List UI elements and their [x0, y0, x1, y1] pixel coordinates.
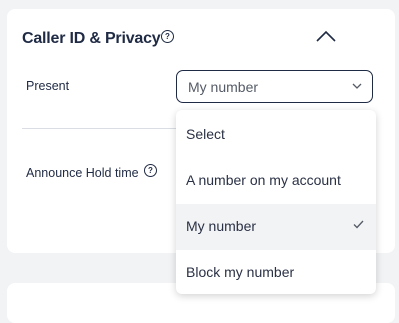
- present-select[interactable]: My number: [176, 70, 373, 103]
- collapse-section-button[interactable]: [312, 25, 340, 47]
- option-block-my-number[interactable]: Block my number: [176, 250, 376, 296]
- question-circle-icon[interactable]: ?: [144, 164, 157, 177]
- checkmark-icon: [353, 220, 364, 229]
- question-circle-icon[interactable]: ?: [161, 30, 174, 43]
- section-title: Caller ID & Privacy: [22, 30, 161, 47]
- present-dropdown-menu: Select A number on my account My number …: [176, 110, 376, 294]
- divider: [22, 128, 176, 129]
- chevron-down-icon: [352, 83, 362, 89]
- chevron-up-icon: [316, 30, 336, 42]
- present-selected-value: My number: [188, 79, 259, 95]
- announce-hold-time-label: Announce Hold time: [26, 166, 139, 180]
- present-label: Present: [26, 79, 70, 93]
- option-select[interactable]: Select: [176, 112, 376, 158]
- option-my-number[interactable]: My number: [176, 204, 376, 250]
- option-number-on-account[interactable]: A number on my account: [176, 158, 376, 204]
